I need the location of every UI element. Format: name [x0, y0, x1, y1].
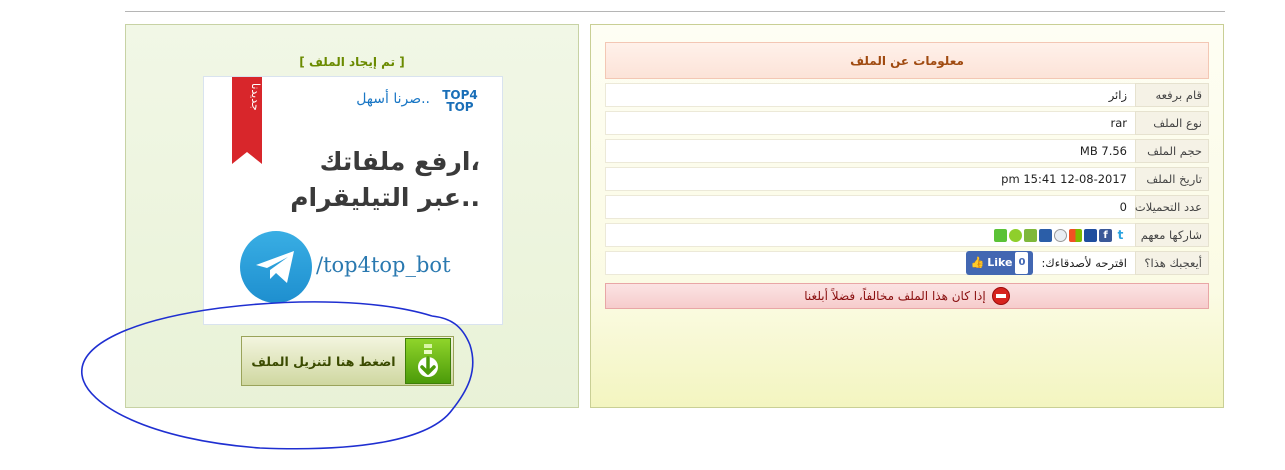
info-label: قام برفعه [1135, 83, 1209, 107]
info-row-downloads: عدد التحميلات 0 [605, 195, 1209, 219]
file-info-rows: قام برفعه زائر نوع الملف rar حجم الملف 7… [605, 83, 1209, 279]
file-found-title: [ تم إيجاد الملف ] [299, 55, 405, 69]
info-row-uploader: قام برفعه زائر [605, 83, 1209, 107]
top-divider [125, 11, 1225, 12]
stumbleupon-icon[interactable] [1009, 228, 1022, 242]
logo-text: TOP4TOP [442, 88, 478, 114]
ad-tagline: صرنا أسهل.. [356, 91, 430, 107]
info-label: تاريخ الملف [1135, 167, 1209, 191]
top4top-logo: TOP4TOP [440, 89, 480, 113]
report-text: إذا كان هذا الملف مخالفاً، فضلاً أبلغنا [804, 289, 986, 303]
ribbon-badge: جديدنا [232, 77, 262, 164]
reddit-icon[interactable] [1054, 228, 1067, 242]
download-button[interactable]: اضغط هنا لتنزيل الملف [241, 336, 454, 386]
ribbon-text: جديدنا [249, 83, 262, 111]
info-row-like: أيعجبك هذا؟ اقترحه لأصدقاءك: 👍 Like 0 [605, 251, 1209, 275]
twitter-icon[interactable]: t [1114, 228, 1127, 242]
thumbs-up-icon: 👍 [970, 256, 985, 269]
digg-icon[interactable] [1024, 228, 1037, 242]
file-info-panel: معلومات عن الملف قام برفعه زائر نوع المل… [590, 24, 1224, 408]
info-row-size: حجم الملف 7.56 MB [605, 139, 1209, 163]
like-text: Like [987, 256, 1013, 269]
no-entry-icon [991, 287, 1010, 305]
ad-bot-handle: /top4top_bot [316, 253, 451, 277]
ad-headline-2: عبر التيليقرام.. [290, 183, 480, 212]
download-arrow-icon [405, 338, 451, 384]
info-value: 7.56 MB [605, 139, 1135, 163]
like-count: 0 [1015, 252, 1029, 274]
like-cell: اقترحه لأصدقاءك: 👍 Like 0 [605, 251, 1135, 275]
google-icon[interactable] [994, 228, 1007, 242]
info-value: 0 [605, 195, 1135, 219]
share-icons: f t [994, 228, 1127, 242]
file-info-header: معلومات عن الملف [605, 42, 1209, 79]
telegram-icon [240, 231, 312, 303]
info-row-date: تاريخ الملف 12-08-2017 15:41 pm [605, 167, 1209, 191]
telegram-bot-ad[interactable]: جديدنا TOP4TOP صرنا أسهل.. ارفع ملفاتك، … [203, 76, 503, 325]
info-value: زائر [605, 83, 1135, 107]
delicious-icon[interactable] [1039, 228, 1052, 242]
info-row-type: نوع الملف rar [605, 111, 1209, 135]
myspace-icon[interactable] [1084, 228, 1097, 242]
windows-live-icon[interactable] [1069, 228, 1082, 242]
ad-headline-1: ارفع ملفاتك، [319, 147, 480, 176]
like-label: أيعجبك هذا؟ [1135, 251, 1209, 275]
info-label: عدد التحميلات [1135, 195, 1209, 219]
info-value: rar [605, 111, 1135, 135]
info-label: نوع الملف [1135, 111, 1209, 135]
facebook-icon[interactable]: f [1099, 228, 1112, 242]
share-icons-cell: f t [605, 223, 1135, 247]
download-panel: [ تم إيجاد الملف ] جديدنا TOP4TOP صرنا أ… [125, 24, 579, 408]
facebook-like-button[interactable]: 👍 Like 0 [965, 251, 1034, 275]
download-button-label: اضغط هنا لتنزيل الملف [251, 353, 396, 369]
info-value: 12-08-2017 15:41 pm [605, 167, 1135, 191]
info-label: حجم الملف [1135, 139, 1209, 163]
share-label: شاركها معهم [1135, 223, 1209, 247]
info-row-share: شاركها معهم f t [605, 223, 1209, 247]
suggest-text: اقترحه لأصدقاءك: [1041, 256, 1127, 270]
report-link[interactable]: إذا كان هذا الملف مخالفاً، فضلاً أبلغنا [605, 283, 1209, 309]
